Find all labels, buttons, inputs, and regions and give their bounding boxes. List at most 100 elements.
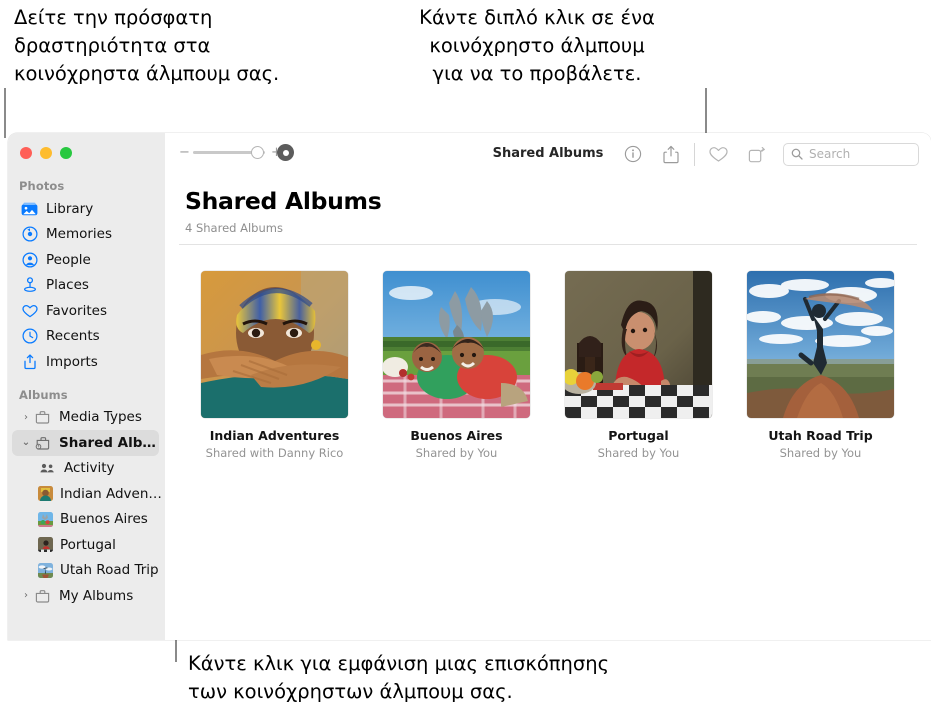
sidebar-item-label: My Albums bbox=[59, 587, 134, 604]
sidebar-item-label: Memories bbox=[46, 226, 113, 243]
sidebar-item-people[interactable]: People bbox=[8, 247, 165, 273]
album-meta: Shared by You bbox=[597, 446, 680, 460]
sidebar-item-label: People bbox=[46, 251, 91, 268]
album-card-utah-road-trip[interactable]: Utah Road Trip Shared by You bbox=[747, 271, 894, 460]
chevron-right-icon[interactable]: › bbox=[20, 590, 32, 601]
callout-activity: Δείτε την πρόσφατη δραστηριότητα στα κοι… bbox=[14, 6, 280, 85]
toolbar: − + Shared Albums bbox=[165, 133, 931, 175]
sidebar-item-label: Shared Albums bbox=[59, 434, 159, 451]
toolbar-actions: Search bbox=[614, 141, 919, 167]
memories-icon bbox=[20, 226, 39, 243]
album-photo[interactable] bbox=[565, 271, 712, 418]
album-thumb-portugal bbox=[38, 537, 53, 553]
chevron-right-icon[interactable]: › bbox=[20, 412, 32, 423]
chevron-down-icon[interactable]: ⌄ bbox=[20, 437, 32, 448]
photos-window: Photos Library Memories People Places Fa… bbox=[8, 133, 931, 640]
sidebar-item-imports[interactable]: Imports bbox=[8, 349, 165, 375]
sidebar-section-photos: Photos bbox=[19, 179, 65, 193]
search-placeholder: Search bbox=[809, 147, 851, 161]
leader-line-left bbox=[4, 88, 6, 138]
album-name: Utah Road Trip bbox=[768, 428, 873, 443]
zoom-button[interactable] bbox=[60, 147, 72, 159]
favorite-button[interactable] bbox=[699, 141, 737, 167]
album-name: Buenos Aires bbox=[410, 428, 503, 443]
library-icon bbox=[20, 200, 39, 217]
close-button[interactable] bbox=[20, 147, 32, 159]
sidebar-item-label: Portugal bbox=[60, 536, 116, 553]
content-area: − + Shared Albums bbox=[165, 133, 931, 640]
sidebar-item-library[interactable]: Library bbox=[8, 196, 165, 222]
search-field[interactable]: Search bbox=[783, 142, 919, 166]
shared-folder-icon bbox=[33, 434, 52, 451]
sidebar-item-recents[interactable]: Recents bbox=[8, 324, 165, 350]
screenshot-stage: Δείτε την πρόσφατη δραστηριότητα στα κοι… bbox=[0, 0, 931, 721]
sidebar-item-memories[interactable]: Memories bbox=[8, 222, 165, 248]
sidebar-item-portugal[interactable]: Portugal bbox=[8, 532, 165, 558]
sidebar-item-label: Indian Advent… bbox=[60, 485, 165, 502]
sidebar-item-label: Favorites bbox=[46, 302, 107, 319]
album-photo[interactable] bbox=[201, 271, 348, 418]
album-photo[interactable] bbox=[383, 271, 530, 418]
album-card-indian-adventures[interactable]: Indian Adventures Shared with Danny Rico bbox=[201, 271, 348, 460]
sidebar-item-label: Places bbox=[46, 277, 89, 294]
toolbar-divider bbox=[694, 142, 695, 166]
share-button[interactable] bbox=[652, 141, 690, 167]
album-photo[interactable] bbox=[747, 271, 894, 418]
album-thumb-utah bbox=[38, 562, 53, 578]
share-icon bbox=[663, 145, 679, 163]
album-grid: Indian Adventures Shared with Danny Rico bbox=[165, 245, 931, 460]
heart-icon bbox=[20, 302, 39, 319]
sidebar-item-favorites[interactable]: Favorites bbox=[8, 298, 165, 324]
people-icon bbox=[20, 251, 39, 268]
sidebar-item-activity[interactable]: Activity bbox=[8, 456, 165, 482]
photo-utah-road-trip bbox=[747, 271, 894, 418]
rotate-icon bbox=[748, 146, 765, 162]
photo-indian-adventures bbox=[201, 271, 348, 418]
album-name: Indian Adventures bbox=[209, 428, 340, 443]
sidebar-item-buenos-aires[interactable]: Buenos Aires bbox=[8, 507, 165, 533]
album-meta: Shared by You bbox=[779, 446, 862, 460]
sidebar-item-places[interactable]: Places bbox=[8, 273, 165, 299]
sidebar-item-label: Library bbox=[46, 200, 94, 217]
clock-icon bbox=[20, 328, 39, 345]
places-icon bbox=[20, 277, 39, 294]
sidebar-item-indian-adventures[interactable]: Indian Advent… bbox=[8, 481, 165, 507]
sidebar-scroll[interactable]: Photos Library Memories People Places Fa… bbox=[8, 175, 165, 640]
album-thumb-indian bbox=[38, 486, 53, 502]
minimize-button[interactable] bbox=[40, 147, 52, 159]
page-subtitle: 4 Shared Albums bbox=[185, 221, 283, 235]
info-button[interactable] bbox=[614, 141, 652, 167]
sidebar-item-label: Utah Road Trip bbox=[60, 562, 159, 579]
sidebar-section-albums: Albums bbox=[19, 387, 68, 402]
album-card-portugal[interactable]: Portugal Shared by You bbox=[565, 271, 712, 460]
sidebar-item-label: Media Types bbox=[59, 409, 142, 426]
callout-double-click: Κάντε διπλό κλικ σε ένα κοινόχρηστο άλμπ… bbox=[419, 6, 655, 85]
album-meta: Shared by You bbox=[415, 446, 498, 460]
sidebar: Photos Library Memories People Places Fa… bbox=[8, 133, 165, 640]
search-icon bbox=[791, 148, 803, 160]
album-meta: Shared with Danny Rico bbox=[205, 446, 344, 460]
heart-icon bbox=[708, 146, 728, 162]
sidebar-item-label: Buenos Aires bbox=[60, 511, 148, 528]
sidebar-item-shared-albums[interactable]: ⌄ Shared Albums bbox=[12, 430, 159, 456]
window-controls[interactable] bbox=[20, 147, 72, 159]
sidebar-item-my-albums[interactable]: › My Albums bbox=[8, 583, 165, 609]
sidebar-item-utah-road-trip[interactable]: Utah Road Trip bbox=[8, 558, 165, 584]
sidebar-item-media-types[interactable]: › Media Types bbox=[8, 405, 165, 431]
sidebar-item-label: Recents bbox=[46, 328, 100, 345]
activity-icon bbox=[38, 460, 57, 477]
folder-icon bbox=[33, 587, 52, 604]
photo-buenos-aires bbox=[383, 271, 530, 418]
album-card-buenos-aires[interactable]: Buenos Aires Shared by You bbox=[383, 271, 530, 460]
info-icon bbox=[624, 145, 642, 163]
folder-icon bbox=[33, 409, 52, 426]
import-icon bbox=[20, 353, 39, 370]
rotate-button[interactable] bbox=[737, 141, 775, 167]
sidebar-item-label: Activity bbox=[64, 460, 115, 477]
photo-portugal bbox=[565, 271, 712, 418]
page-title: Shared Albums bbox=[185, 187, 382, 215]
page-header: Shared Albums 4 Shared Albums bbox=[165, 175, 931, 235]
callout-overview: Κάντε κλικ για εμφάνιση μιας επισκόπησης… bbox=[188, 652, 610, 703]
sidebar-item-label: Imports bbox=[46, 353, 98, 370]
album-thumb-buenos bbox=[38, 511, 53, 527]
